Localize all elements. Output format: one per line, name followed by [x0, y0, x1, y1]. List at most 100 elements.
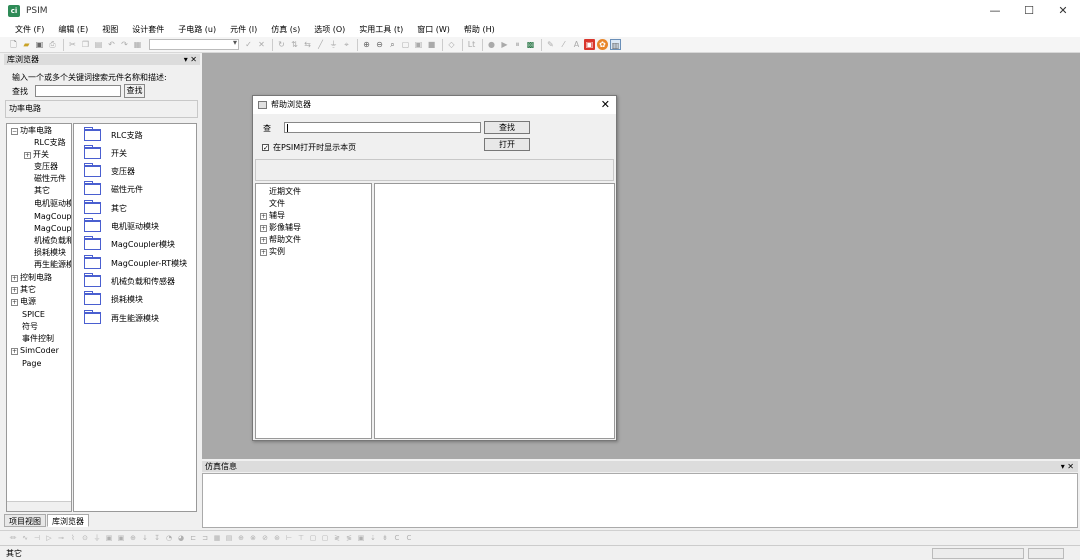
limiter-icon[interactable]: ⊢ [284, 533, 294, 543]
check-icon[interactable]: ✓ [243, 39, 254, 50]
folder-item[interactable]: 其它 [84, 200, 127, 214]
wire-icon[interactable]: ╱ [315, 39, 326, 50]
block-icon[interactable]: ▣ [116, 533, 126, 543]
mirror-icon[interactable]: ⇆ [302, 39, 313, 50]
block-icon[interactable]: ▢ [320, 533, 330, 543]
expand-icon[interactable]: + [260, 213, 267, 220]
block-icon[interactable]: ▤ [224, 533, 234, 543]
maximize-button[interactable]: ☐ [1012, 0, 1046, 22]
transformer-icon[interactable]: ⌇ [68, 533, 78, 543]
probe-icon[interactable]: ↧ [152, 533, 162, 543]
tree-item[interactable]: − 功率电路 [11, 126, 52, 136]
source-icon[interactable]: ⊙ [80, 533, 90, 543]
label-icon[interactable]: ⌖ [341, 39, 352, 50]
tab-library-browser[interactable]: 库浏览器 [47, 514, 89, 527]
pencil-icon[interactable]: ✎ [545, 39, 556, 50]
probe-icon[interactable]: ↓ [140, 533, 150, 543]
print-icon[interactable]: ⎙ [47, 39, 58, 50]
simview-icon[interactable]: ▩ [525, 39, 536, 50]
tree-item[interactable]: 损耗模块 [34, 248, 66, 258]
inductor-icon[interactable]: ∿ [20, 533, 30, 543]
menu-window[interactable]: 窗口 (W) [410, 22, 457, 37]
library-search-input[interactable] [35, 85, 121, 97]
tab-project-view[interactable]: 项目视图 [4, 514, 46, 527]
probe-icon[interactable]: ⇟ [380, 533, 390, 543]
gate-icon[interactable]: ⊐ [200, 533, 210, 543]
tree-horizontal-scrollbar[interactable] [7, 501, 71, 511]
folder-item[interactable]: 电机驱动模块 [84, 218, 159, 232]
cut-icon[interactable]: ✂ [67, 39, 78, 50]
help-tree-item[interactable]: + 帮助文件 [260, 235, 301, 245]
expand-icon[interactable]: + [11, 348, 18, 355]
scope-icon[interactable]: ◕ [176, 533, 186, 543]
zoom-fit-icon[interactable]: ⌕ [387, 39, 398, 50]
expand-icon[interactable]: + [260, 237, 267, 244]
zoom-in-icon[interactable]: ⊕ [361, 39, 372, 50]
ground-icon[interactable]: ⏚ [92, 533, 102, 543]
panel-controls[interactable]: ▾ ✕ [1061, 461, 1074, 472]
menu-subcircuit[interactable]: 子电路 (u) [171, 22, 223, 37]
run-circle-icon[interactable]: ● [486, 39, 497, 50]
orange-tool-icon[interactable]: ✿ [597, 39, 608, 50]
red-tool-icon[interactable]: ▣ [584, 39, 595, 50]
block-icon[interactable]: ▦ [212, 533, 222, 543]
meter-icon[interactable]: ⊕ [128, 533, 138, 543]
help-tree-item[interactable]: + 辅导 [260, 211, 285, 221]
folder-item[interactable]: 变压器 [84, 163, 135, 177]
expand-icon[interactable]: + [260, 225, 267, 232]
library-search-button[interactable]: 查找 [124, 84, 145, 98]
tree-item[interactable]: Page [22, 359, 41, 369]
menu-help[interactable]: 帮助 (H) [457, 22, 502, 37]
tree-item[interactable]: 符号 [22, 322, 38, 332]
tree-item[interactable]: 磁性元件 [34, 174, 66, 184]
panel-controls[interactable]: ▾ ✕ [184, 54, 197, 65]
folder-item[interactable]: MagCoupler-RT模块 [84, 255, 187, 269]
limiter-icon[interactable]: ⊤ [296, 533, 306, 543]
menu-simulate[interactable]: 仿真 (s) [264, 22, 307, 37]
tree-item[interactable]: RLC支路 [34, 138, 66, 148]
folder-item[interactable]: MagCoupler模块 [84, 236, 175, 250]
tree-item[interactable]: 电机驱动模 [34, 199, 71, 209]
slash-icon[interactable]: ⁄ [558, 39, 569, 50]
element-combo[interactable] [149, 38, 239, 50]
expand-icon[interactable]: + [260, 249, 267, 256]
menu-edit[interactable]: 编辑 (E) [51, 22, 95, 37]
copy-icon[interactable]: ❐ [80, 39, 91, 50]
flip-icon[interactable]: ⇅ [289, 39, 300, 50]
tree-item[interactable]: 变压器 [34, 162, 58, 172]
help-open-button[interactable]: 打开 [484, 138, 530, 151]
scope-icon[interactable]: ◔ [164, 533, 174, 543]
tree-item[interactable]: SPICE [22, 310, 45, 320]
capacitor-icon[interactable]: C [392, 533, 402, 543]
menu-file[interactable]: 文件 (F) [8, 22, 51, 37]
folder-item[interactable]: 再生能源模块 [84, 310, 159, 324]
menu-view[interactable]: 视图 [95, 22, 125, 37]
menu-utilities[interactable]: 实用工具 (t) [352, 22, 410, 37]
collapse-icon[interactable]: − [11, 128, 18, 135]
tree-item[interactable]: 其它 [34, 186, 50, 196]
menu-design-suite[interactable]: 设计套件 [125, 22, 171, 37]
text-a-icon[interactable]: A [571, 39, 582, 50]
tree-item[interactable]: 再生能源模 [34, 260, 71, 270]
resistor-icon[interactable]: ⏛ [8, 533, 18, 543]
image-icon[interactable]: ▦ [132, 39, 143, 50]
close-window-button[interactable]: ✕ [1046, 0, 1080, 22]
folder-item[interactable]: 损耗模块 [84, 291, 143, 305]
show-on-startup-checkbox[interactable]: ✓ 在PSIM打开时显示本页 [262, 142, 356, 153]
new-file-icon[interactable]: 🗋 [8, 39, 19, 50]
help-content-pane[interactable] [374, 183, 615, 439]
diode-icon[interactable]: ▷ [44, 533, 54, 543]
gate-icon[interactable]: ⊏ [188, 533, 198, 543]
tree-item[interactable]: + 控制电路 [11, 273, 52, 283]
folder-item[interactable]: 机械负载和传感器 [84, 273, 175, 287]
pause-icon[interactable]: ⏸ [512, 39, 523, 50]
tree-item[interactable]: + SimCoder [11, 346, 59, 356]
gate-icon[interactable]: ≶ [344, 533, 354, 543]
paste-icon[interactable]: ▤ [93, 39, 104, 50]
tree-item[interactable]: + 开关 [24, 150, 49, 160]
lib-toggle-icon[interactable]: ▥ [610, 39, 621, 50]
play-icon[interactable]: ▶ [499, 39, 510, 50]
expand-icon[interactable]: + [24, 152, 31, 159]
zoom-out-icon[interactable]: ⊖ [374, 39, 385, 50]
capacitor-icon[interactable]: C [404, 533, 414, 543]
